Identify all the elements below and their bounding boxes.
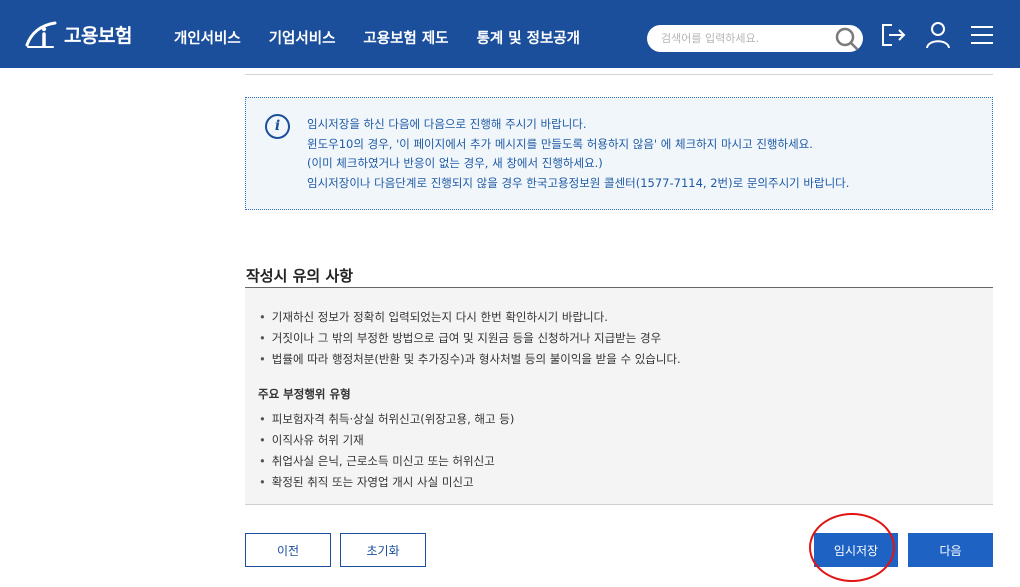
next-button[interactable]: 다음	[908, 533, 993, 567]
nav-statistics-disclosure[interactable]: 통계 및 정보공개	[477, 27, 580, 48]
nav-personal-services[interactable]: 개인서비스	[174, 27, 241, 48]
search-icon[interactable]	[834, 26, 860, 51]
search-input[interactable]	[661, 25, 831, 52]
info-line: 임시저장을 하신 다음에 다음으로 진행해 주시기 바랍니다.	[307, 117, 587, 131]
caution-item: 거짓이나 그 밖의 부정한 방법으로 급여 및 지원금 등을 신청하거나 지급받…	[259, 330, 661, 346]
fraud-type-item: 취업사실 은닉, 근로소득 미신고 또는 허위신고	[259, 453, 495, 469]
caution-item: 기재하신 정보가 정확히 입력되었는지 다시 한번 확인하시기 바랍니다.	[259, 309, 608, 325]
caution-box: 기재하신 정보가 정확히 입력되었는지 다시 한번 확인하시기 바랍니다. 거짓…	[245, 287, 993, 505]
info-line: 임시저장이나 다음단계로 진행되지 않을 경우 한국고용정보원 콜센터(1577…	[307, 175, 850, 190]
nav-insurance-system[interactable]: 고용보험 제도	[363, 27, 448, 48]
logo-text: 고용보험	[64, 24, 132, 47]
highlight-circle	[809, 513, 895, 582]
nav-business-services[interactable]: 기업서비스	[269, 27, 336, 48]
logout-icon[interactable]	[878, 20, 908, 50]
main-nav: 개인서비스 기업서비스 고용보험 제도 통계 및 정보공개	[174, 27, 608, 48]
info-line: (이미 체크하였거나 반응이 없는 경우, 새 창에서 진행하세요.)	[307, 156, 603, 170]
caution-title: 작성시 유의 사항	[246, 267, 354, 285]
menu-icon[interactable]	[968, 20, 998, 50]
top-header: 고용보험 개인서비스 기업서비스 고용보험 제도 통계 및 정보공개	[0, 0, 1020, 68]
logo-mark-icon	[22, 16, 62, 52]
divider	[245, 74, 993, 75]
caution-item: 법률에 따라 행정처분(반환 및 추가징수)과 형사처벌 등의 불이익을 받을 …	[259, 351, 681, 367]
info-icon: i	[265, 114, 290, 139]
reset-button[interactable]: 초기화	[340, 533, 426, 567]
info-notice-box: i 임시저장을 하신 다음에 다음으로 진행해 주시기 바랍니다. 윈도우10의…	[245, 97, 993, 210]
fraud-type-item: 확정된 취직 또는 자영업 개시 사실 미신고	[259, 474, 474, 490]
site-logo[interactable]: 고용보험	[22, 16, 132, 52]
info-line: 윈도우10의 경우, '이 페이지에서 추가 메시지를 만들도록 허용하지 않음…	[307, 136, 813, 151]
search-box	[647, 25, 863, 52]
user-icon[interactable]	[923, 20, 953, 50]
prev-button[interactable]: 이전	[245, 533, 331, 567]
fraud-type-item: 이직사유 허위 기재	[259, 432, 364, 448]
info-text: 임시저장을 하신 다음에 다음으로 진행해 주시기 바랍니다. 윈도우10의 경…	[307, 115, 849, 193]
fraud-types-heading: 주요 부정행위 유형	[258, 387, 351, 401]
fraud-type-item: 피보험자격 취득·상실 허위신고(위장고용, 해고 등)	[259, 411, 515, 427]
